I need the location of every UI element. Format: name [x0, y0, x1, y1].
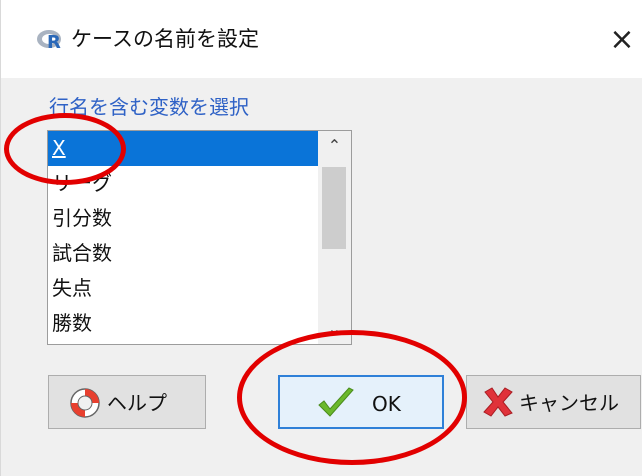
scroll-thumb[interactable]	[322, 167, 346, 249]
cancel-button-label: キャンセル	[519, 391, 619, 415]
lifebuoy-icon	[70, 388, 100, 418]
cancel-button[interactable]: キャンセル	[466, 375, 641, 429]
listbox-scrollbar[interactable]: ⌃ ⌄	[318, 131, 351, 344]
set-case-names-dialog: R ケースの名前を設定 × 行名を含む変数を選択 X リーグ 引分数 試合数 失…	[0, 0, 642, 476]
list-item-label: 引分数	[52, 206, 112, 230]
list-item-label: 失点	[52, 276, 92, 300]
help-button[interactable]: ヘルプ	[48, 375, 206, 429]
r-logo-icon: R	[37, 30, 61, 52]
list-item[interactable]: 試合数	[48, 236, 318, 271]
list-item[interactable]: 引分数	[48, 201, 318, 236]
annotation-circle-ok-button	[237, 330, 467, 465]
list-item[interactable]: 失点	[48, 271, 318, 306]
x-mark-icon	[483, 387, 513, 417]
list-item-label: 勝数	[52, 311, 92, 335]
list-item-label: 試合数	[52, 241, 112, 265]
list-item[interactable]: 勝数	[48, 306, 318, 341]
scroll-up-arrow-icon[interactable]: ⌃	[318, 131, 351, 161]
annotation-circle-selected-item	[4, 113, 126, 185]
close-button[interactable]: ×	[601, 20, 642, 60]
help-button-label: ヘルプ	[107, 391, 167, 415]
svg-text:R: R	[47, 32, 61, 52]
title-bar: R ケースの名前を設定 ×	[1, 0, 642, 78]
dialog-title: ケースの名前を設定	[71, 27, 259, 51]
